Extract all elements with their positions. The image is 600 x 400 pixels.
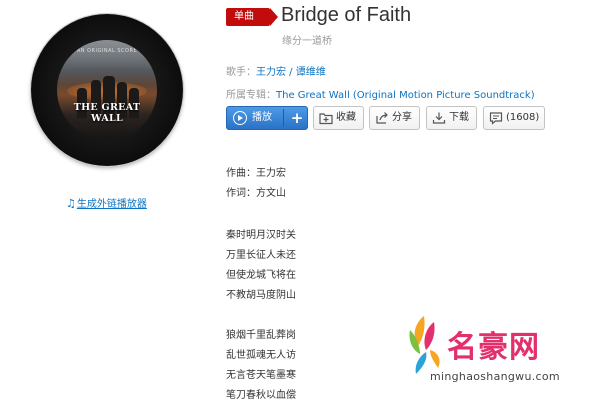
- cover-top-text: AN ORIGINAL SCORE: [76, 48, 138, 54]
- lyric-line: 作曲：王力宏: [226, 168, 286, 179]
- lyric-line: 无言苍天笔墨寒: [226, 370, 296, 381]
- external-player-link[interactable]: ♫生成外链播放器: [66, 195, 147, 210]
- comment-button[interactable]: (1608): [483, 106, 545, 130]
- collect-label: 收藏: [336, 112, 356, 123]
- share-icon: [376, 112, 388, 124]
- download-label: 下载: [449, 112, 469, 123]
- song-subtitle: 缘分一道桥: [282, 36, 332, 47]
- song-title: Bridge of Faith: [281, 4, 412, 26]
- add-to-playlist-button[interactable]: +: [287, 107, 307, 129]
- comment-count: (1608): [506, 112, 540, 123]
- artist-separator: /: [286, 67, 296, 78]
- share-label: 分享: [392, 112, 412, 123]
- download-button[interactable]: 下载: [426, 106, 477, 130]
- external-player-label: 生成外链播放器: [76, 199, 147, 210]
- watermark-text: 名豪网: [447, 330, 540, 365]
- download-icon: [432, 112, 446, 124]
- artist-label: 歌手：: [226, 67, 256, 78]
- watermark-logo-icon: [409, 316, 440, 374]
- collect-button[interactable]: 收藏: [313, 106, 364, 130]
- share-button[interactable]: 分享: [369, 106, 420, 130]
- album-row: 所属专辑：The Great Wall (Original Motion Pic…: [226, 86, 535, 101]
- comment-icon: [489, 112, 503, 125]
- single-badge: 单曲: [226, 8, 278, 26]
- album-link[interactable]: The Great Wall (Original Motion Picture …: [276, 90, 535, 101]
- lyric-line: 笔刀春秋以血偿: [226, 390, 296, 400]
- lyric-line: 狼烟千里乱葬岗: [226, 330, 296, 341]
- lyric-line: 乱世孤魂无人访: [226, 350, 296, 361]
- lyric-line: 作词：方文山: [226, 188, 286, 199]
- play-button[interactable]: 播放 +: [226, 106, 308, 130]
- play-icon: [233, 111, 247, 125]
- cover-title-text: THE GREAT WALL: [73, 102, 141, 124]
- lyric-line: 不教胡马度阴山: [226, 290, 296, 301]
- album-label: 所属专辑：: [226, 90, 276, 101]
- album-cover-disc[interactable]: AN ORIGINAL SCORE THE GREAT WALL: [31, 14, 183, 166]
- play-label: 播放: [252, 112, 272, 123]
- music-note-icon: ♫: [66, 197, 76, 210]
- lyric-line: 秦时明月汉时关: [226, 230, 296, 241]
- watermark-url: minghaoshangwu.com: [430, 370, 560, 383]
- lyric-line: 万里长征人未还: [226, 250, 296, 261]
- artist-link[interactable]: 王力宏: [256, 67, 286, 78]
- artist-link[interactable]: 谭维维: [296, 67, 326, 78]
- folder-plus-icon: [319, 113, 333, 125]
- lyric-line: 但使龙城飞将在: [226, 270, 296, 281]
- artist-row: 歌手：王力宏 / 谭维维: [226, 63, 326, 78]
- album-cover-art: AN ORIGINAL SCORE THE GREAT WALL: [57, 40, 157, 140]
